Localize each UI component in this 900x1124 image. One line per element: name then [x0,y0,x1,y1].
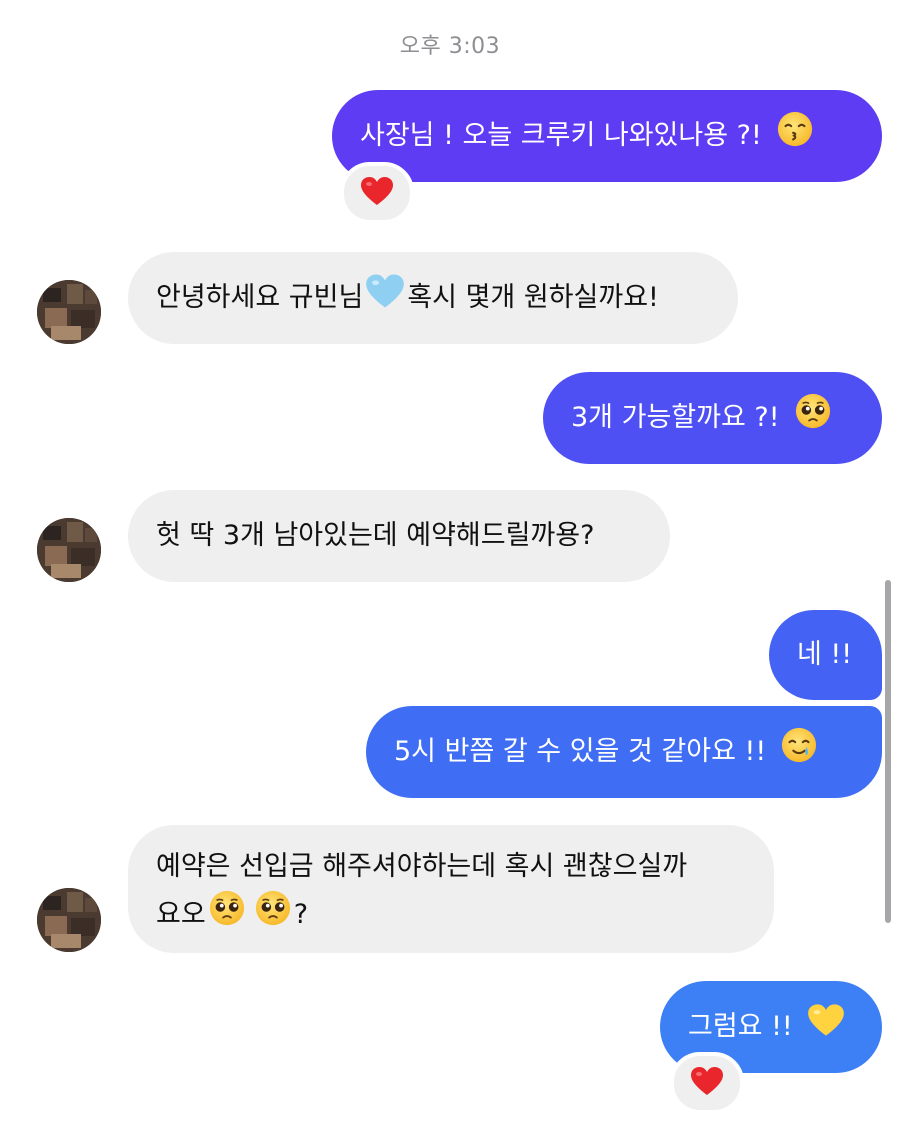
smiling-face-with-tear-icon [780,726,818,778]
outgoing-message[interactable]: 네 !! [769,610,882,700]
message-text: 3개 가능할까요 ?! [571,402,780,433]
message-text-continued: 혹시 몇개 원하실까요! [407,282,659,313]
yellow-heart-icon [807,1003,845,1051]
message-text-line-2-row: 요오 ? [156,889,746,941]
kissing-face-icon [776,110,814,162]
outgoing-message[interactable]: 사장님 ! 오늘 크루키 나와있나용 ?! [332,90,882,182]
message-text-line-2-end: ? [293,899,309,930]
red-heart-icon [690,1066,724,1100]
incoming-message[interactable]: 예약은 선입금 해주셔야하는데 혹시 괜찮으실까 요오 ? [128,825,774,953]
message-text-line-2: 요오 [156,899,206,930]
pleading-face-icon [254,889,292,941]
message-text-line-1: 예약은 선입금 해주셔야하는데 혹시 괜찮으실까 [156,851,688,882]
message-timestamp: 오후 3:03 [399,34,501,59]
incoming-message[interactable]: 안녕하세요 규빈님 혹시 몇개 원하실까요! [128,252,738,344]
light-blue-heart-icon [365,273,405,323]
message-text: 5시 반쯤 갈 수 있을 것 같아요 !! [394,736,767,767]
pleading-face-icon [208,889,246,941]
avatar[interactable] [37,518,101,582]
heart-reaction[interactable] [670,1052,744,1114]
incoming-message[interactable]: 헛 딱 3개 남아있는데 예약해드릴까용? [128,490,670,582]
heart-reaction[interactable] [340,162,414,224]
message-text: 헛 딱 3개 남아있는데 예약해드릴까용? [156,520,595,551]
avatar[interactable] [37,280,101,344]
message-text: 사장님 ! 오늘 크루키 나와있나용 ?! [360,120,762,151]
message-text: 안녕하세요 규빈님 [156,282,364,313]
pleading-face-icon [794,392,832,444]
avatar[interactable] [37,888,101,952]
message-text: 그럼요 !! [688,1011,793,1042]
red-heart-icon [360,176,394,210]
message-text: 네 !! [797,639,853,670]
scrollbar[interactable] [885,580,891,923]
outgoing-message[interactable]: 3개 가능할까요 ?! [543,372,882,464]
outgoing-message[interactable]: 5시 반쯤 갈 수 있을 것 같아요 !! [366,706,882,798]
